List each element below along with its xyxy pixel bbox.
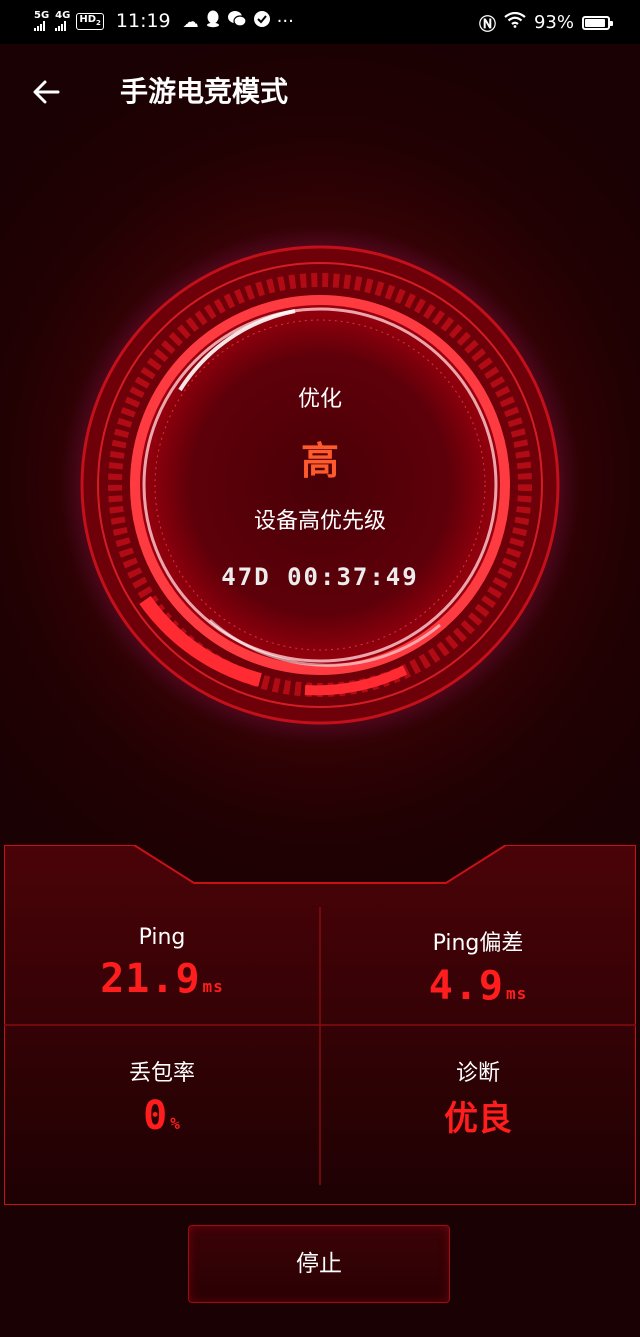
packet-loss-value: 0% [4, 1093, 320, 1139]
status-right: Ⓝ 93% [478, 10, 613, 35]
diagnosis-stat: 诊断 优良 [320, 1055, 636, 1140]
diagnosis-label: 诊断 [455, 1061, 500, 1086]
battery-icon [582, 15, 613, 30]
net-4g: 4G [55, 11, 70, 31]
wechat-icon [227, 10, 247, 32]
ping-deviation-number: 4.9 [428, 963, 504, 1009]
ping-deviation-stat: Ping偏差 4.9 ms [320, 925, 636, 1009]
optimization-gauge: 优化 高 设备高优先级 47D 00:37:49 [60, 225, 580, 745]
arrow-left-icon[interactable] [28, 74, 64, 110]
wifi-icon [504, 11, 526, 33]
ping-deviation-value: 4.9 ms [320, 963, 636, 1009]
signal-bars-icon [55, 21, 67, 31]
app-bar: 手游电竞模式 [0, 60, 640, 124]
hd-voice-icon: HD2 [76, 12, 104, 30]
cloud-icon: ☁ [182, 11, 199, 31]
ping-stat: Ping 21.9 ms [4, 925, 320, 1002]
ping-number: 21.9 [100, 956, 201, 1002]
clock: 11:19 [115, 10, 171, 32]
ping-unit: ms [202, 977, 224, 996]
diagnosis-value: 优良 [444, 1099, 512, 1139]
ping-deviation-label: Ping偏差 [432, 931, 524, 956]
optimization-level: 高 [300, 439, 339, 483]
status-left: 5G 4G HD2 11:19 ☁ ··· [34, 10, 294, 32]
more-icon: ··· [276, 10, 294, 32]
net-4g-label: 4G [55, 10, 71, 21]
ping-deviation-unit: ms [505, 984, 528, 1003]
priority-text: 设备高优先级 [253, 509, 386, 534]
signal-bars-icon [34, 21, 45, 31]
check-circle-icon [253, 10, 271, 32]
battery-percent: 93% [533, 12, 574, 33]
packet-loss-number: 0 [143, 1093, 169, 1139]
nfc-icon: Ⓝ [478, 15, 496, 35]
elapsed-timer: 47D 00:37:49 [221, 563, 419, 591]
packet-loss-label: 丢包率 [128, 1061, 195, 1086]
stats-panel: Ping 21.9 ms Ping偏差 4.9 ms 丢包率 0% 诊断 优良 [4, 845, 636, 1205]
hd-sub: 2 [96, 18, 101, 27]
ping-label: Ping [138, 925, 186, 950]
ping-value: 21.9 ms [4, 956, 320, 1002]
stats-panel-frame [4, 845, 636, 1205]
gauge-ring-graphic [60, 225, 580, 745]
net-5g: 5G [34, 11, 49, 31]
gauge-label: 优化 [297, 387, 342, 412]
qq-icon [205, 10, 221, 32]
net-5g-label: 5G [34, 10, 50, 21]
packet-loss-unit: % [170, 1114, 181, 1133]
status-bar: 5G 4G HD2 11:19 ☁ ··· Ⓝ 93% [0, 0, 640, 44]
packet-loss-stat: 丢包率 0% [4, 1055, 320, 1139]
hd-label: HD [79, 13, 97, 25]
stop-button[interactable]: 停止 [188, 1225, 450, 1303]
page-title: 手游电竞模式 [120, 75, 289, 108]
